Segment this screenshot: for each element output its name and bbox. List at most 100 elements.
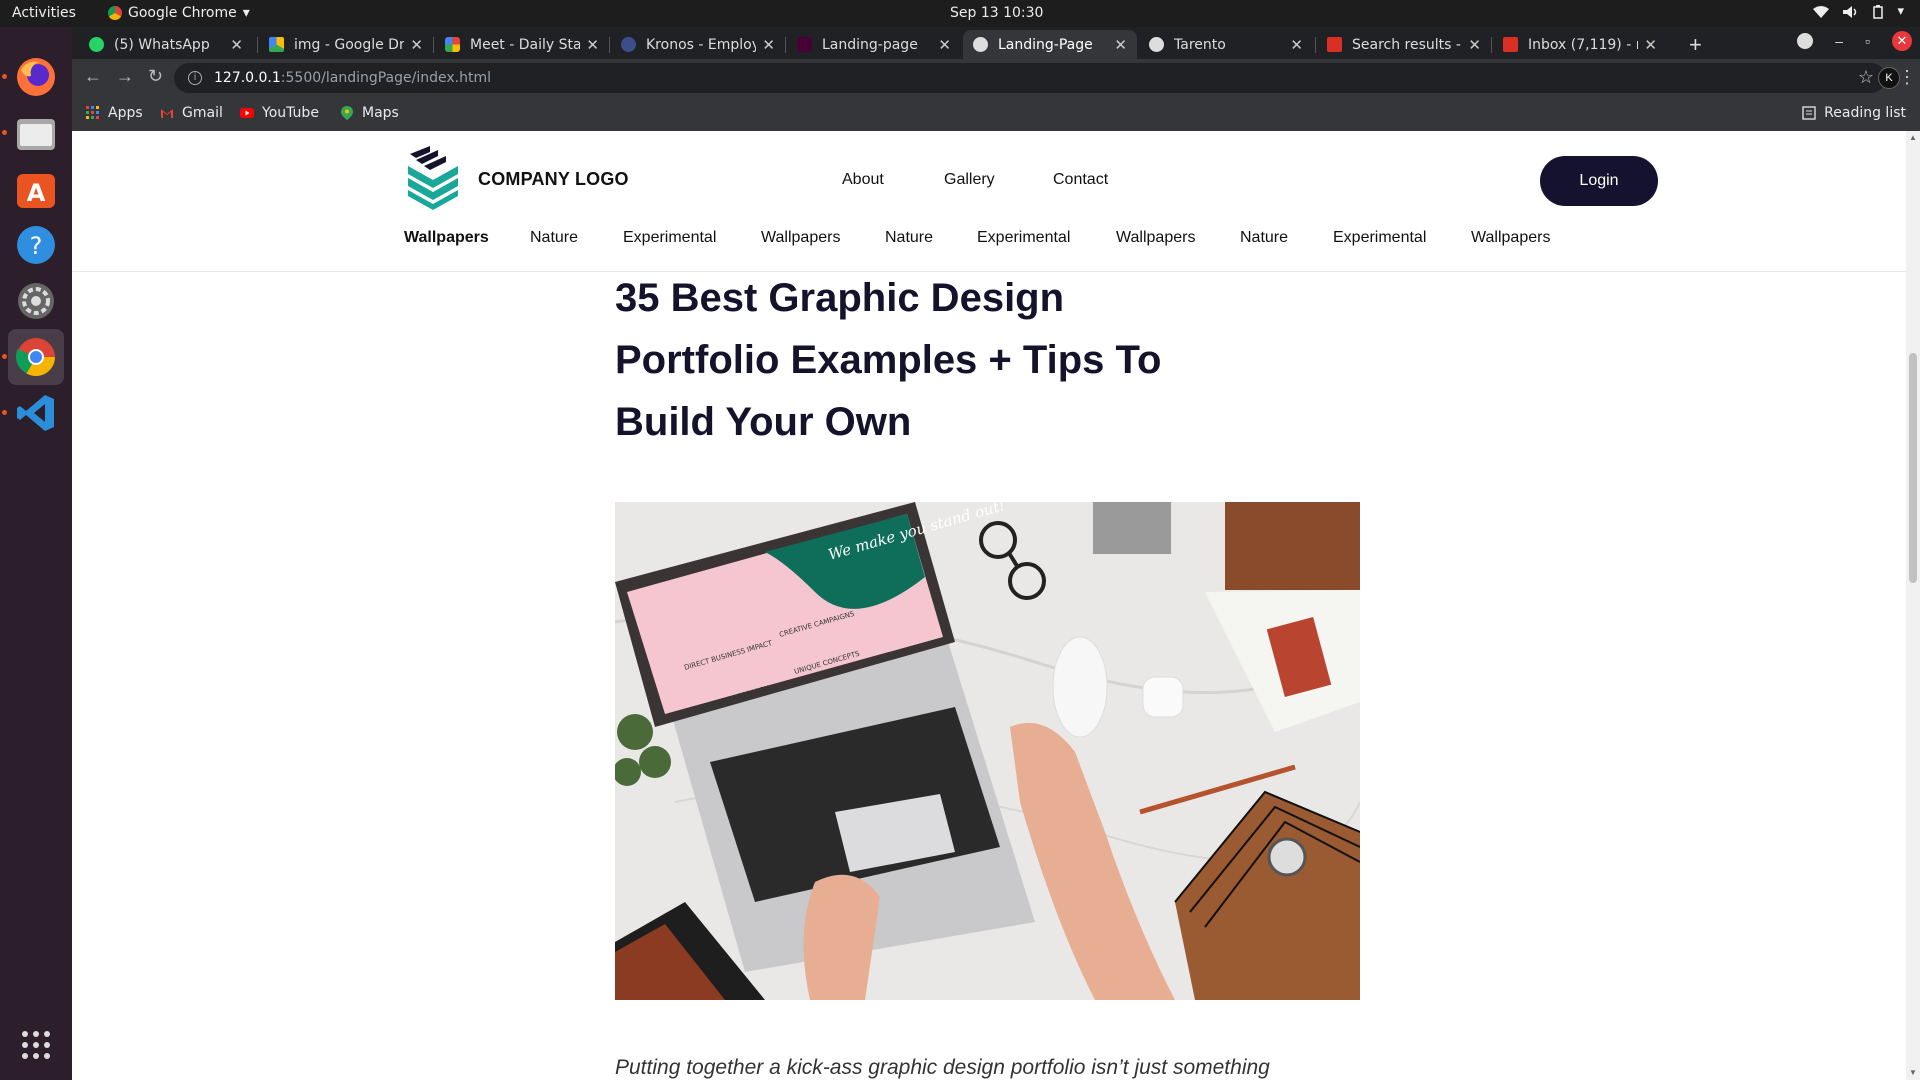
logo-text: COMPANY LOGO bbox=[478, 168, 629, 189]
reading-list-icon bbox=[1802, 106, 1816, 120]
bookmark-gmail[interactable]: Gmail bbox=[160, 105, 223, 121]
software-center-icon[interactable]: A bbox=[8, 161, 64, 217]
bookmark-apps[interactable]: Apps bbox=[86, 105, 143, 121]
category-link-nature[interactable]: Nature bbox=[530, 229, 578, 247]
pencil-cup-shape bbox=[1093, 502, 1171, 554]
tab-title: Landing-page bbox=[822, 36, 918, 53]
category-link-wallpapers[interactable]: Wallpapers bbox=[761, 229, 840, 247]
nav-link-about[interactable]: About bbox=[842, 171, 884, 189]
chrome-icon[interactable] bbox=[8, 329, 64, 385]
tab-whatsapp[interactable]: (5) WhatsApp ✕ bbox=[79, 30, 253, 59]
scroll-up-icon[interactable]: ▲ bbox=[1909, 133, 1917, 142]
page-scrollbar[interactable]: ▲ ▼ bbox=[1906, 131, 1920, 1080]
nav-link-contact[interactable]: Contact bbox=[1053, 171, 1108, 189]
minimize-button[interactable]: – bbox=[1835, 33, 1843, 49]
maximize-button[interactable]: ▫ bbox=[1865, 33, 1870, 49]
new-tab-button[interactable]: + bbox=[1689, 32, 1702, 58]
tab-google-drive[interactable]: img - Google Drive ✕ bbox=[259, 30, 433, 59]
running-indicator bbox=[2, 410, 7, 415]
nav-link-gallery[interactable]: Gallery bbox=[944, 171, 995, 189]
app-menu[interactable]: Google Chrome ▾ bbox=[108, 5, 250, 21]
tab-gmail-inbox[interactable]: Inbox (7,119) - ra ✕ bbox=[1493, 30, 1667, 59]
gmail-icon bbox=[1503, 37, 1518, 52]
files-icon[interactable] bbox=[8, 105, 64, 161]
hero-image: We make you stand out! DIRECT BUSINESS I… bbox=[615, 502, 1360, 1000]
adobe-xd-icon bbox=[797, 37, 812, 52]
tab-title: (5) WhatsApp bbox=[114, 36, 210, 53]
category-link-wallpapers[interactable]: Wallpapers bbox=[1471, 229, 1550, 247]
bookmark-label: Gmail bbox=[182, 105, 223, 121]
settings-icon[interactable] bbox=[8, 273, 64, 329]
article-title-line: 35 Best Graphic Design bbox=[615, 276, 1065, 320]
close-icon[interactable]: ✕ bbox=[938, 36, 951, 54]
reload-button[interactable]: ↻ bbox=[148, 66, 163, 87]
apps-grid-icon bbox=[86, 106, 99, 119]
running-indicator bbox=[2, 74, 7, 79]
close-window-button[interactable]: ✕ bbox=[1892, 31, 1912, 51]
close-icon[interactable]: ✕ bbox=[230, 36, 243, 54]
tab-landing-page-xd[interactable]: Landing-page ✕ bbox=[787, 30, 961, 59]
close-icon[interactable]: ✕ bbox=[1114, 36, 1127, 54]
category-link-wallpapers[interactable]: Wallpapers bbox=[1116, 229, 1195, 247]
tab-title: Meet - Daily Standup bbox=[470, 36, 581, 53]
company-logo[interactable]: COMPANY LOGO bbox=[404, 146, 629, 212]
gmail-icon bbox=[1327, 37, 1342, 52]
category-link-wallpapers[interactable]: Wallpapers bbox=[404, 229, 489, 247]
close-icon[interactable]: ✕ bbox=[586, 36, 599, 54]
volume-icon bbox=[1843, 5, 1857, 18]
tab-kronos[interactable]: Kronos - Employee ✕ bbox=[611, 30, 785, 59]
close-icon[interactable]: ✕ bbox=[1644, 36, 1657, 54]
article-title-line: Portfolio Examples + Tips To bbox=[615, 338, 1162, 382]
scroll-down-icon[interactable]: ▼ bbox=[1909, 1068, 1917, 1077]
tab-landing-page-active[interactable]: Landing-Page ✕ bbox=[963, 30, 1137, 59]
close-icon[interactable]: ✕ bbox=[410, 36, 423, 54]
login-button[interactable]: Login bbox=[1540, 156, 1658, 206]
battery-icon bbox=[1873, 4, 1884, 19]
activities-button[interactable]: Activities bbox=[12, 5, 76, 21]
google-drive-icon bbox=[269, 37, 284, 52]
bookmark-youtube[interactable]: YouTube bbox=[240, 105, 319, 121]
close-icon[interactable]: ✕ bbox=[762, 36, 775, 54]
close-icon[interactable]: ✕ bbox=[1290, 36, 1303, 54]
window-controls: – ▫ ✕ bbox=[1797, 31, 1912, 51]
tab-title: img - Google Drive bbox=[294, 36, 405, 53]
article-title-line: Build Your Own bbox=[615, 400, 912, 444]
close-icon[interactable]: ✕ bbox=[1468, 36, 1481, 54]
category-link-experimental[interactable]: Experimental bbox=[623, 229, 716, 247]
profile-avatar[interactable]: K bbox=[1878, 67, 1900, 89]
tab-gmail-search[interactable]: Search results - r ✕ bbox=[1317, 30, 1491, 59]
clock[interactable]: Sep 13 10:30 bbox=[950, 5, 1043, 21]
scrollbar-thumb[interactable] bbox=[1909, 353, 1917, 583]
help-icon[interactable]: ? bbox=[8, 217, 64, 273]
mouse-shape bbox=[1052, 636, 1108, 738]
browser-chrome: (5) WhatsApp ✕ img - Google Drive ✕ Meet… bbox=[72, 27, 1920, 131]
tab-search-icon[interactable] bbox=[1797, 33, 1814, 49]
chrome-menu-icon[interactable]: ⋮ bbox=[1898, 67, 1916, 88]
reading-list-button[interactable]: Reading list bbox=[1802, 105, 1906, 121]
bookmark-label: Apps bbox=[108, 105, 143, 121]
category-link-experimental[interactable]: Experimental bbox=[1333, 229, 1426, 247]
category-link-experimental[interactable]: Experimental bbox=[977, 229, 1070, 247]
wallet-shape bbox=[1225, 502, 1360, 590]
system-tray[interactable]: ▾ bbox=[1813, 4, 1904, 19]
tab-tarento[interactable]: Tarento ✕ bbox=[1139, 30, 1313, 59]
reading-list-label: Reading list bbox=[1824, 105, 1906, 121]
maps-icon bbox=[341, 106, 353, 120]
show-applications-icon[interactable] bbox=[8, 1017, 64, 1073]
site-info-icon[interactable]: i bbox=[188, 71, 202, 85]
running-indicator bbox=[2, 130, 7, 135]
address-bar[interactable]: i 127.0.0.1:5500/landingPage/index.html bbox=[174, 63, 1886, 93]
page-viewport: COMPANY LOGO About Gallery Contact Login… bbox=[72, 131, 1920, 1080]
firefox-icon[interactable] bbox=[8, 49, 64, 105]
category-link-nature[interactable]: Nature bbox=[885, 229, 933, 247]
vscode-icon[interactable] bbox=[8, 385, 64, 441]
tab-google-meet[interactable]: Meet - Daily Standup ✕ bbox=[435, 30, 609, 59]
url-host: 127.0.0.1 bbox=[214, 70, 281, 86]
article-title: 35 Best Graphic Design Portfolio Example… bbox=[615, 267, 1235, 453]
bookmark-maps[interactable]: Maps bbox=[340, 105, 399, 121]
tab-title: Search results - r bbox=[1352, 36, 1463, 53]
bookmark-star-icon[interactable]: ☆ bbox=[1858, 67, 1874, 88]
forward-button[interactable]: → bbox=[116, 66, 134, 87]
back-button[interactable]: ← bbox=[84, 66, 102, 87]
category-link-nature[interactable]: Nature bbox=[1240, 229, 1288, 247]
